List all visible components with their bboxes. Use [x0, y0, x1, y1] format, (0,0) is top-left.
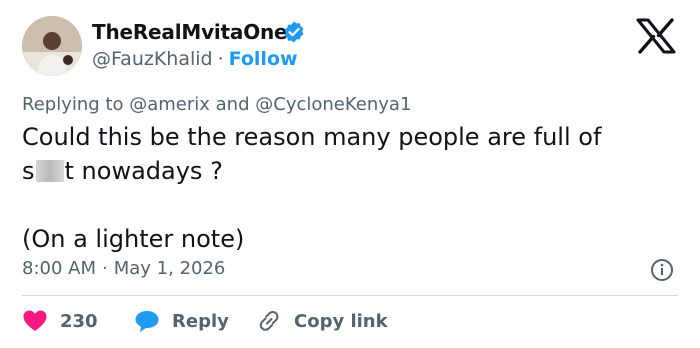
handle[interactable]: @FauzKhalid: [92, 48, 213, 70]
tweet-text-line-1: Could this be the reason many people are…: [22, 123, 602, 151]
replying-to: Replying to @amerix and @CycloneKenya1: [22, 94, 411, 115]
copy-link-label: Copy link: [294, 310, 388, 332]
avatar-image: [22, 16, 82, 76]
replying-to-prefix: Replying to: [22, 94, 124, 115]
timestamp-separator: ·: [102, 258, 108, 279]
timestamp-time: 8:00 AM: [22, 258, 96, 279]
x-logo-icon[interactable]: [636, 18, 676, 54]
tweet-text-line-3: (On a lighter note): [22, 225, 245, 253]
reply-button[interactable]: Reply: [134, 306, 229, 336]
like-count: 230: [60, 310, 98, 332]
tweet-text-line-2-end: t nowadays ?: [64, 157, 223, 185]
handle-row: @FauzKhalid · Follow: [92, 48, 298, 70]
reply-bubble-icon: [135, 311, 159, 332]
display-name[interactable]: TheRealMvitaOne: [92, 20, 288, 44]
link-icon: [259, 311, 279, 331]
reply-label: Reply: [172, 310, 229, 332]
mention-amerix[interactable]: @amerix: [129, 94, 210, 115]
mention-cyclonekenya[interactable]: @CycloneKenya1: [255, 94, 411, 115]
handle-separator: ·: [217, 48, 224, 70]
tweet-text-line-2: s t nowadays ?: [22, 154, 682, 188]
censored-blur: [35, 160, 64, 182]
tweet-card: TheRealMvitaOne @FauzKhalid · Follow Reply…: [0, 0, 700, 348]
heart-icon: [23, 310, 47, 331]
divider: [22, 295, 678, 296]
timestamp[interactable]: 8:00 AM · May 1, 2026: [22, 258, 225, 279]
tweet-text: Could this be the reason many people are…: [22, 120, 682, 256]
copy-link-button[interactable]: Copy link: [256, 306, 388, 336]
avatar[interactable]: [22, 16, 82, 76]
info-icon[interactable]: [650, 258, 674, 282]
timestamp-date: May 1, 2026: [113, 258, 226, 279]
verified-badge-icon: [284, 21, 304, 43]
replying-to-conjunction: and: [215, 94, 250, 115]
action-bar: 230 Reply Copy link: [22, 306, 682, 336]
like-button[interactable]: 230: [22, 306, 98, 336]
tweet-text-line-2-start: s: [22, 157, 35, 185]
follow-button[interactable]: Follow: [229, 48, 298, 70]
